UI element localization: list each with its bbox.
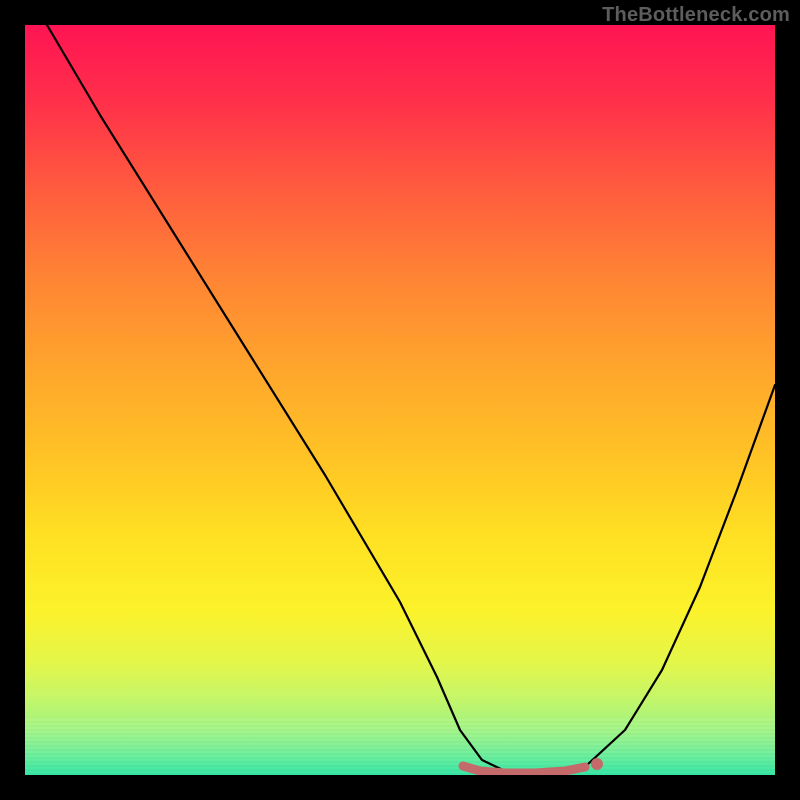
- valley-highlight: [463, 766, 585, 773]
- valley-end-dot: [591, 758, 603, 770]
- plot-area: [25, 25, 775, 775]
- bottleneck-curve: [47, 25, 775, 772]
- chart-container: TheBottleneck.com: [0, 0, 800, 800]
- curve-svg: [25, 25, 775, 775]
- watermark-label: TheBottleneck.com: [602, 4, 790, 27]
